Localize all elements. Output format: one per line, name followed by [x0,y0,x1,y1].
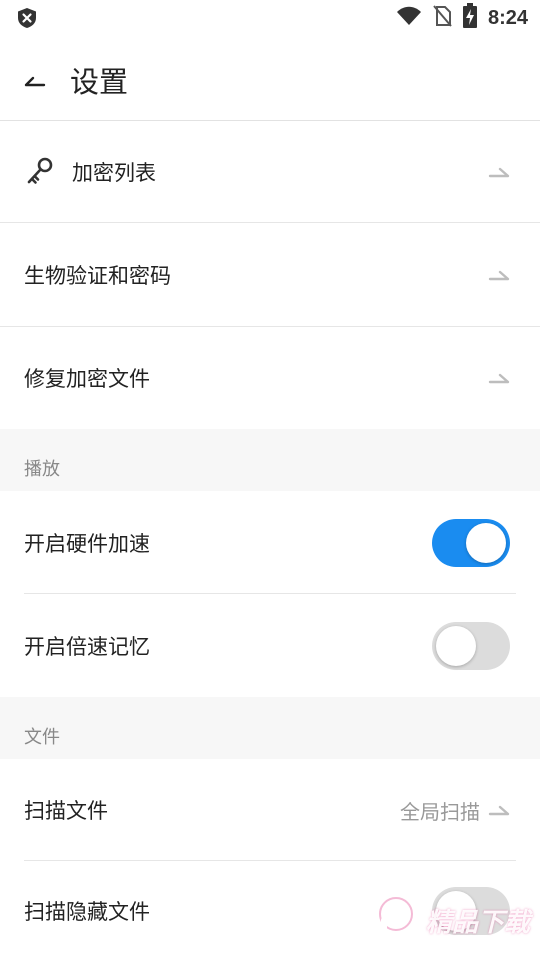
watermark-text: 精品下载 [426,908,531,938]
repair-encrypted-row[interactable]: 修复加密文件 [0,327,540,429]
status-bar: 8:24 [0,0,540,36]
encrypt-list-row[interactable]: 加密列表 [0,121,540,223]
section-header-files: 文件 [0,697,540,759]
section-header-playback: 播放 [0,429,540,491]
key-icon [26,157,54,191]
speed-memory-toggle[interactable] [432,621,510,670]
scan-hidden-label: 扫描隐藏文件 [24,899,150,924]
scan-files-value: 全局扫描 [400,799,480,824]
toggle-knob [436,625,476,666]
status-time: 8:24 [487,6,528,29]
biometric-label: 生物验证和密码 [24,263,171,288]
section-title: 播放 [24,459,60,480]
app-bar: 设置 [0,40,540,120]
watermark: 精品下载 www.jpxz.com [372,884,540,960]
section-title: 文件 [24,727,60,748]
chevron-right-icon [488,805,510,816]
toggle-knob [466,522,506,563]
no-sim-icon [432,4,452,32]
watermark-subtext: www.jpxz.com [434,936,492,946]
encrypt-list-label: 加密列表 [72,161,156,185]
biometric-row[interactable]: 生物验证和密码 [0,223,540,326]
speed-memory-label: 开启倍速记忆 [24,634,150,659]
chevron-right-icon [488,270,510,280]
page-title: 设置 [70,65,129,99]
hw-accel-row: 开启硬件加速 [0,491,540,594]
hw-accel-label: 开启硬件加速 [24,531,150,556]
chevron-right-icon [488,167,510,178]
scan-files-row[interactable]: 扫描文件 全局扫描 [0,759,540,861]
back-arrow-icon [24,76,46,87]
wifi-icon [396,6,422,30]
back-button[interactable] [0,40,70,120]
repair-encrypted-label: 修复加密文件 [24,367,150,391]
speed-memory-row: 开启倍速记忆 [0,594,540,697]
status-icons: 8:24 [396,3,528,33]
battery-charging-icon [462,3,478,33]
p-logo-icon [377,895,415,953]
scan-files-label: 扫描文件 [24,799,108,823]
chevron-right-icon [488,373,510,384]
hw-accel-toggle[interactable] [432,518,510,567]
shield-x-icon [16,7,38,29]
